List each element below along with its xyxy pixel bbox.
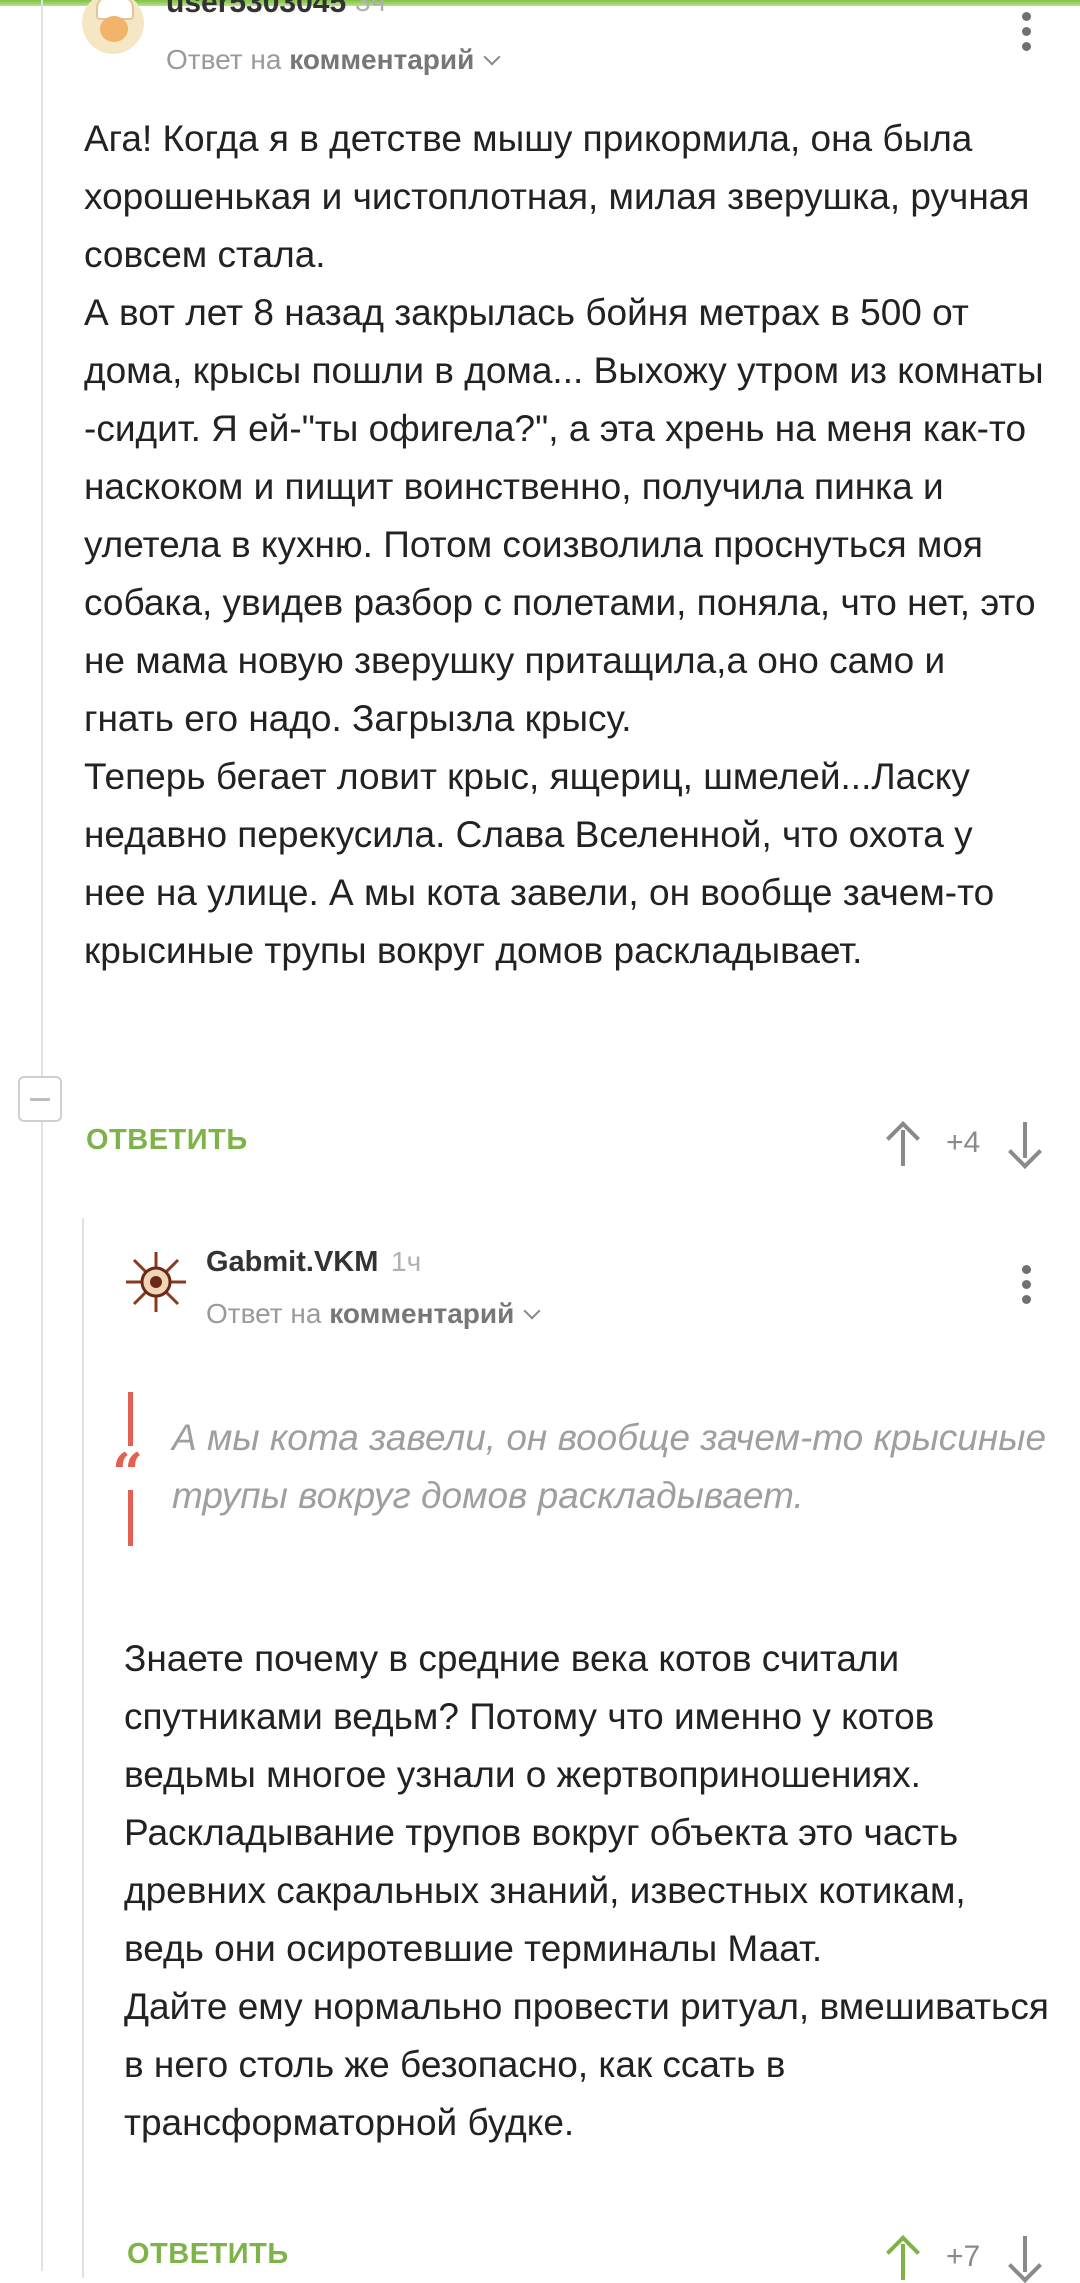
collapse-thread-button[interactable] <box>18 1076 62 1122</box>
comment-body: Знаете почему в средние века котов счита… <box>124 1638 1049 2143</box>
arrow-down-icon[interactable] <box>1008 2236 1042 2283</box>
top-accent-bar <box>0 0 1080 6</box>
comment-time: 3ч <box>355 0 386 17</box>
reply-button[interactable]: ОТВЕТИТЬ <box>127 2238 289 2271</box>
quote-bar <box>128 1490 133 1546</box>
reply-button[interactable]: ОТВЕТИТЬ <box>86 1124 248 1157</box>
comment-time: 1ч <box>391 1246 422 1277</box>
reply-to-link[interactable]: Ответ на комментарий <box>166 44 501 76</box>
quoted-text: А мы кота завели, он вообще зачем-то кры… <box>172 1417 1047 1516</box>
more-vertical-icon[interactable] <box>1020 1265 1032 1310</box>
comment-username[interactable]: Gabmit.VKM <box>206 1246 378 1279</box>
chevron-down-icon <box>523 1302 541 1320</box>
chevron-down-icon <box>483 48 501 66</box>
more-vertical-icon[interactable] <box>1020 12 1032 57</box>
reply-to-link[interactable]: Ответ на комментарий <box>206 1298 541 1330</box>
arrow-up-icon[interactable] <box>886 1121 920 1166</box>
comment-body: Ага! Когда я в детстве мышу прикормила, … <box>84 118 1044 971</box>
nested-thread-line <box>82 1218 84 2278</box>
quote-bar <box>128 1392 133 1446</box>
comment-rating: +7 <box>946 2240 981 2273</box>
arrow-up-icon[interactable] <box>886 2235 920 2280</box>
avatar[interactable] <box>82 0 144 54</box>
comment-rating: +4 <box>946 1126 981 1159</box>
thread-line <box>41 0 43 2271</box>
arrow-down-icon[interactable] <box>1008 1122 1042 1169</box>
avatar[interactable] <box>124 1250 188 1314</box>
comment-username[interactable]: user5303045 <box>166 0 346 20</box>
